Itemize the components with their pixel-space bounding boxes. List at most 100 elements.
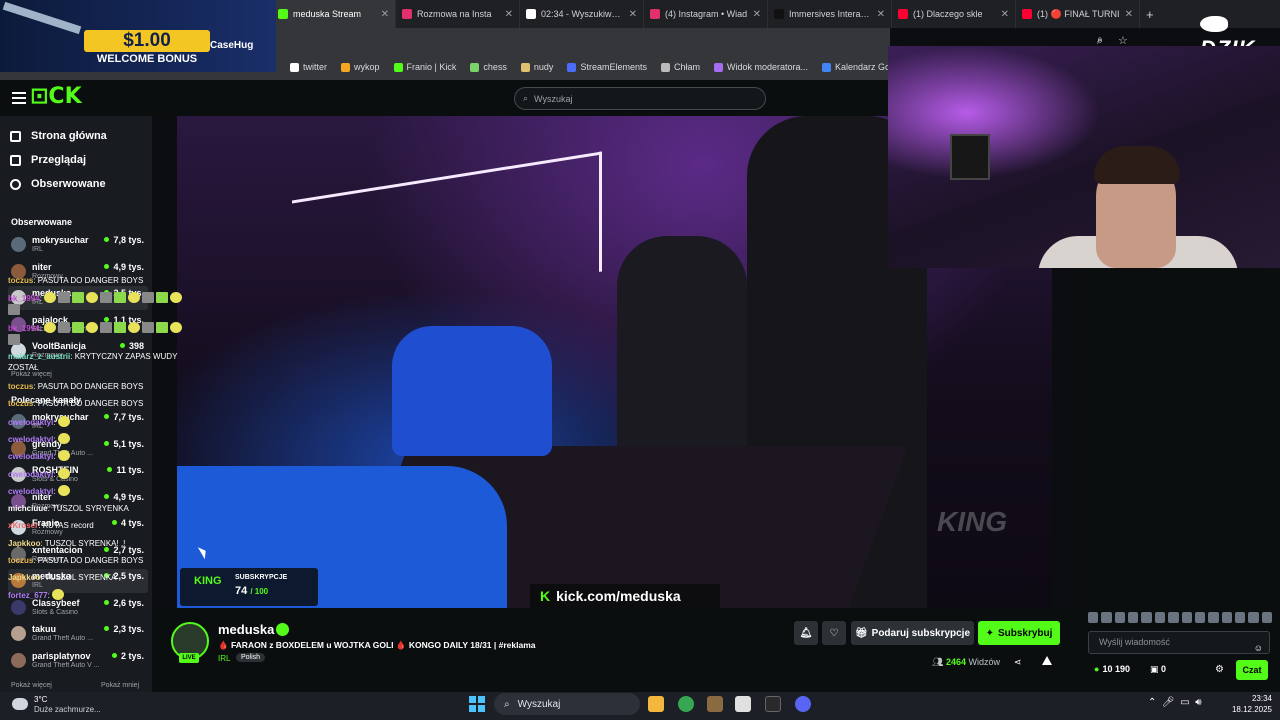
- bookmark-item[interactable]: wykop: [341, 62, 380, 72]
- browser-tab[interactable]: (1) Dlaczego skle ✕: [892, 0, 1016, 28]
- streamer-name[interactable]: meduska: [218, 622, 274, 637]
- emote-picker-icon[interactable]: ☺: [1254, 638, 1263, 659]
- knife-graphic: [2, 1, 82, 35]
- chat-username[interactable]: malarz_z_austrii: [8, 352, 70, 361]
- close-tab-icon[interactable]: ✕: [629, 9, 637, 20]
- chat-username[interactable]: cwelodaktyl: [8, 418, 53, 427]
- sidebar-channel-parisplatynov[interactable]: parisplatynov Grand Theft Auto V ... 2 tys…: [8, 649, 148, 673]
- chat-emote: [57, 468, 70, 479]
- gift-sub-button[interactable]: 🎁︎ Podaruj subskrypcje: [851, 621, 974, 645]
- channel-points[interactable]: ● 10 190: [1094, 664, 1130, 674]
- chat-username[interactable]: cwelodaktyl: [8, 452, 53, 461]
- chat-message: fortez_677:: [8, 589, 193, 601]
- windows-start-icon[interactable]: [469, 696, 485, 712]
- browser-tab[interactable]: Rozmowa na Insta ✕: [396, 0, 520, 28]
- emote-bar[interactable]: [1088, 612, 1273, 626]
- close-tab-icon[interactable]: ✕: [1125, 9, 1133, 20]
- close-tab-icon[interactable]: ✕: [505, 9, 513, 20]
- drops-counter[interactable]: ▣ 0: [1150, 664, 1166, 675]
- close-tab-icon[interactable]: ✕: [877, 9, 885, 20]
- show-less-recommended[interactable]: Pokaż mniej: [101, 682, 139, 689]
- bookmark-item[interactable]: twitter: [290, 62, 327, 72]
- show-more-recommended[interactable]: Pokaż więcej: [11, 682, 52, 689]
- chat-username[interactable]: xKroser: [8, 521, 38, 530]
- chrome-icon[interactable]: [678, 696, 694, 712]
- kick-logo[interactable]: ⊡CK: [30, 84, 96, 110]
- browser-tab[interactable]: (1) 🔴 FINAŁ TURNI ✕: [1016, 0, 1140, 28]
- verified-icon: [276, 623, 289, 636]
- browser-tab[interactable]: Immersives Interaktiv ✕: [768, 0, 892, 28]
- new-tab-icon[interactable]: +: [1140, 7, 1154, 22]
- weather-widget[interactable]: 3°C Duże zachmurze...: [10, 694, 130, 718]
- chat-username[interactable]: michciuue: [8, 504, 48, 513]
- bookmark-favicon-icon: [713, 62, 723, 72]
- stream-category[interactable]: IRL: [218, 654, 230, 663]
- channel-category: IRL: [32, 246, 43, 253]
- app-icon[interactable]: [735, 696, 751, 712]
- epic-games-icon[interactable]: [765, 696, 781, 712]
- gear-icon[interactable]: ⚙: [1215, 664, 1224, 675]
- browser-tab[interactable]: (4) Instagram • Wiad ✕: [644, 0, 768, 28]
- casino-ad-banner[interactable]: $1.00 WELCOME BONUS CaseHug: [0, 0, 276, 72]
- heart-icon[interactable]: ♡: [822, 621, 846, 645]
- bell-icon[interactable]: 🔔︎: [794, 621, 818, 645]
- bookmark-item[interactable]: Widok moderatora...: [713, 62, 808, 72]
- chat-username[interactable]: toczus: [8, 399, 33, 408]
- chat-message: toczus: PASUTA DO DANGER BOYS: [8, 276, 144, 285]
- close-tab-icon[interactable]: ✕: [753, 9, 761, 20]
- nav-browse[interactable]: Przeglądaj: [10, 154, 86, 166]
- chat-username[interactable]: toczus: [8, 276, 33, 285]
- chat-send-button[interactable]: Czat: [1236, 660, 1268, 680]
- chat-username[interactable]: Japkkoo: [8, 573, 40, 582]
- browser-tab[interactable]: meduska Stream ✕: [272, 0, 396, 28]
- chat-emote: [100, 292, 113, 303]
- search-icon: ⌕: [523, 93, 529, 103]
- bookmark-item[interactable]: chess: [470, 62, 507, 72]
- app-icon[interactable]: [707, 696, 723, 712]
- taskbar-search[interactable]: ⌕ Wyszukaj: [494, 693, 640, 715]
- chat-username[interactable]: bk_1994: [8, 294, 40, 303]
- browser-tab[interactable]: 02:34 - Wyszukiwarka ✕: [520, 0, 644, 28]
- close-tab-icon[interactable]: ✕: [1001, 9, 1009, 20]
- subscribe-button[interactable]: ✦ Subskrybuj: [978, 621, 1060, 645]
- channel-avatar: [11, 237, 26, 252]
- bookmark-item[interactable]: nudy: [520, 62, 554, 72]
- search-input[interactable]: ⌕ Wyszukaj: [514, 87, 766, 110]
- bookmark-item[interactable]: Chłam: [660, 62, 700, 72]
- channel-viewers: 7,8 tys.: [104, 235, 144, 245]
- bookmark-label: nudy: [533, 62, 554, 72]
- tab-favicon-icon: [278, 9, 288, 19]
- chat-username[interactable]: toczus: [8, 556, 33, 565]
- chat-username[interactable]: cwelodaktyl: [8, 435, 53, 444]
- chat-username[interactable]: cwelodaktyl: [8, 470, 53, 479]
- file-explorer-icon[interactable]: [648, 696, 664, 712]
- stream-tag[interactable]: Polish: [236, 653, 266, 662]
- bookmark-item[interactable]: StreamElements: [567, 62, 647, 72]
- chat-username[interactable]: Japkkoo: [8, 539, 40, 548]
- system-tray[interactable]: ⌃ 🎤︎ ▭ 🔊︎: [1148, 697, 1202, 708]
- chat-username[interactable]: cwelodaktyl: [8, 487, 53, 496]
- bookmark-item[interactable]: Franio | Kick: [393, 62, 456, 72]
- report-icon[interactable]: [1042, 656, 1052, 665]
- nav-home[interactable]: Strona główna: [10, 130, 107, 142]
- nav-following[interactable]: Obserwowane: [10, 178, 106, 190]
- clock[interactable]: 23:34 18.12.2025: [1228, 693, 1272, 715]
- sidebar-channel-takuu[interactable]: takuu Grand Theft Auto ... 2,3 tys.: [8, 622, 148, 646]
- channel-avatar: [11, 652, 26, 668]
- chat-emote: [86, 322, 99, 333]
- chat-emote: [58, 322, 71, 333]
- channel-viewers: 4,9 tys.: [104, 262, 144, 272]
- sidebar-channel-mokrysuchar[interactable]: mokrysuchar IRL 7,8 tys.: [8, 233, 148, 257]
- close-tab-icon[interactable]: ✕: [381, 9, 389, 20]
- chat-username[interactable]: fortez_677: [8, 591, 48, 600]
- chat-username[interactable]: bk_1994: [8, 324, 40, 333]
- menu-icon[interactable]: [12, 92, 26, 104]
- chat-input[interactable]: Wyślij wiadomość ☺: [1088, 631, 1270, 654]
- channel-category: Grand Theft Auto V ...: [32, 661, 100, 669]
- discord-icon[interactable]: [795, 696, 811, 712]
- chat-username[interactable]: toczus: [8, 382, 33, 391]
- chat-emote: [52, 589, 65, 600]
- bookmark-favicon-icon: [822, 62, 832, 72]
- share-icon[interactable]: ⋖: [1014, 657, 1022, 668]
- tab-label: Rozmowa na Insta: [417, 9, 492, 19]
